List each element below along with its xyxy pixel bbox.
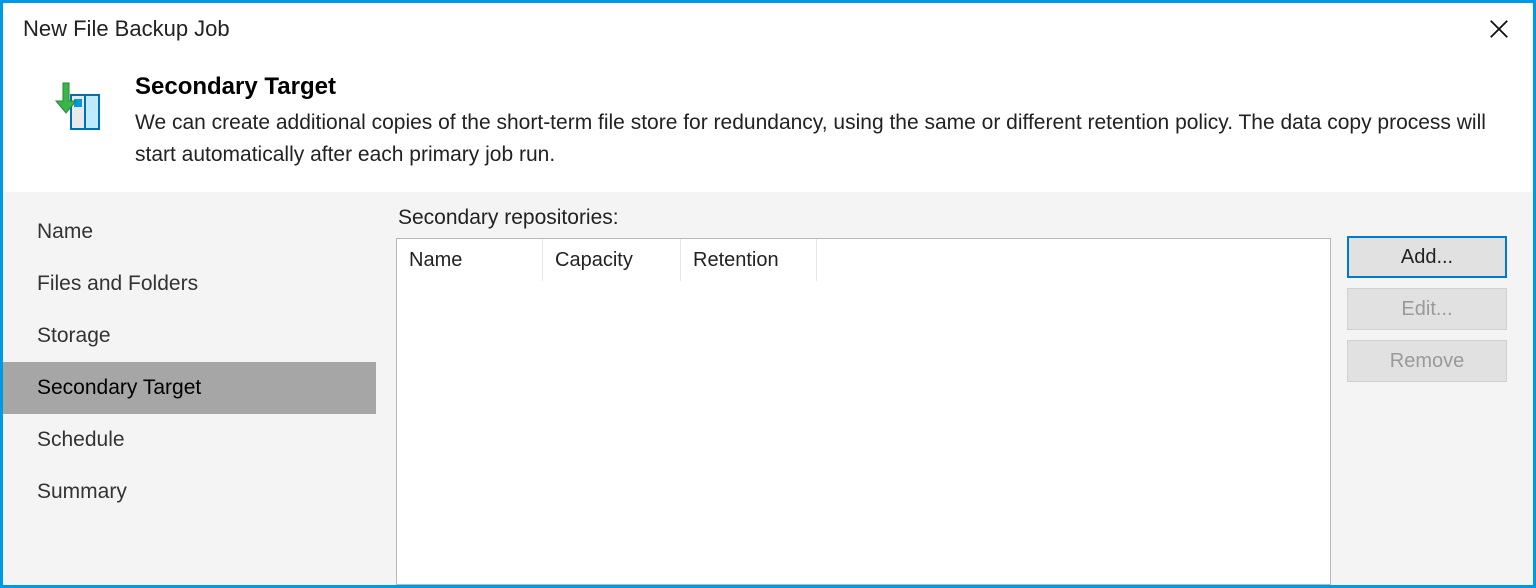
nav-step-files-and-folders[interactable]: Files and Folders (3, 258, 376, 310)
secondary-repositories-label: Secondary repositories: (396, 206, 1331, 230)
nav-step-name[interactable]: Name (3, 206, 376, 258)
remove-button: Remove (1347, 340, 1507, 382)
secondary-repositories-table[interactable]: Name Capacity Retention (396, 238, 1331, 585)
add-button[interactable]: Add... (1347, 236, 1507, 278)
step-content: Secondary repositories: Name Capacity Re… (376, 192, 1533, 585)
nav-step-storage[interactable]: Storage (3, 310, 376, 362)
wizard-header: Secondary Target We can create additiona… (3, 55, 1533, 192)
wizard-window: New File Backup Job Secondary Target We … (0, 0, 1536, 588)
column-header-retention[interactable]: Retention (681, 239, 817, 281)
nav-step-schedule[interactable]: Schedule (3, 414, 376, 466)
step-title: Secondary Target (135, 73, 1509, 101)
window-title: New File Backup Job (23, 16, 1479, 42)
secondary-repositories-area: Secondary repositories: Name Capacity Re… (396, 206, 1331, 585)
side-button-column: Add... Edit... Remove (1347, 206, 1513, 585)
table-header-row: Name Capacity Retention (397, 239, 1330, 281)
wizard-header-text: Secondary Target We can create additiona… (135, 73, 1509, 170)
wizard-steps-nav: Name Files and Folders Storage Secondary… (3, 192, 376, 585)
nav-step-secondary-target[interactable]: Secondary Target (3, 362, 376, 414)
backup-target-icon (49, 79, 105, 170)
close-icon[interactable] (1479, 9, 1519, 49)
step-description: We can create additional copies of the s… (135, 107, 1509, 170)
column-header-capacity[interactable]: Capacity (543, 239, 681, 281)
nav-step-summary[interactable]: Summary (3, 466, 376, 518)
edit-button: Edit... (1347, 288, 1507, 330)
wizard-body: Name Files and Folders Storage Secondary… (3, 192, 1533, 585)
column-header-name[interactable]: Name (397, 239, 543, 281)
column-header-spacer (817, 239, 1330, 281)
titlebar: New File Backup Job (3, 3, 1533, 55)
